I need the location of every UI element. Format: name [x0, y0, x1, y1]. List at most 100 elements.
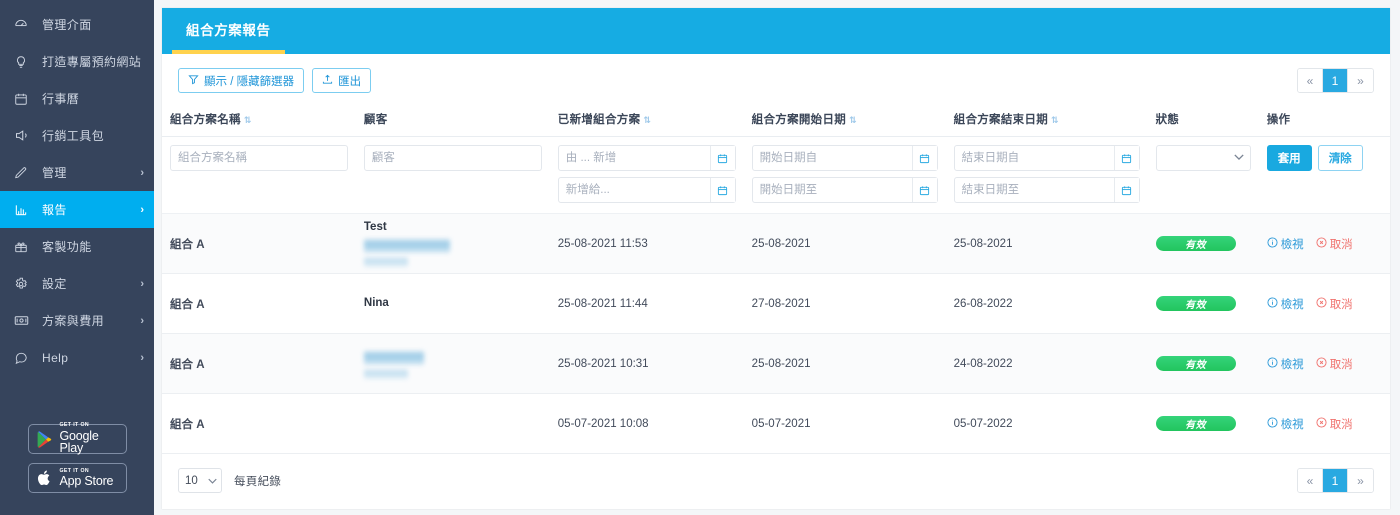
column-header-start-date[interactable]: 組合方案開始日期 ⇅: [743, 105, 946, 137]
pagination-prev-button[interactable]: «: [1298, 69, 1323, 92]
sidebar-item-reports[interactable]: 報告 ›: [0, 191, 154, 228]
calendar-icon[interactable]: [709, 146, 735, 170]
view-label: 檢視: [1280, 238, 1304, 251]
apply-filter-button[interactable]: 套用: [1266, 145, 1312, 171]
calendar-icon[interactable]: [1113, 146, 1139, 170]
table-head: 組合方案名稱 ⇅ 顧客 已新增組合方案 ⇅ 組合方案開始日期 ⇅ 組合方案結束日…: [162, 105, 1390, 137]
pagination-prev-button[interactable]: «: [1298, 469, 1323, 492]
filter-cell-package-name: [162, 136, 356, 214]
cell-package-name: 組合 A: [162, 393, 356, 454]
pagination-page-1-button[interactable]: 1: [1323, 69, 1348, 92]
cell-added-at: 25-08-2021 11:53: [549, 213, 744, 274]
sort-icon[interactable]: ⇅: [643, 115, 650, 125]
cancel-action[interactable]: 取消: [1316, 296, 1353, 312]
start-date-to-input[interactable]: [751, 177, 938, 203]
sort-icon[interactable]: ⇅: [244, 115, 251, 125]
cell-status: 有效: [1147, 393, 1259, 454]
sidebar-item-manage[interactable]: 管理 ›: [0, 154, 154, 191]
cancel-action[interactable]: 取消: [1316, 356, 1353, 372]
filter-row: 套用 清除: [162, 136, 1390, 214]
toggle-filters-label: 顯示 / 隱藏篩選器: [204, 75, 295, 88]
sidebar-item-custom-features[interactable]: 客製功能: [0, 228, 154, 265]
toggle-filters-button[interactable]: 顯示 / 隱藏篩選器: [178, 68, 305, 93]
customer-filter-input[interactable]: [363, 145, 542, 171]
added-to-field: [557, 177, 736, 203]
sidebar-item-marketing-toolkit[interactable]: 行銷工具包: [0, 117, 154, 154]
chevron-right-icon: ›: [140, 277, 144, 290]
sidebar-item-label: 方案與費用: [42, 314, 105, 328]
clear-filter-button[interactable]: 清除: [1317, 145, 1363, 171]
column-header-end-date[interactable]: 組合方案結束日期 ⇅: [945, 105, 1148, 137]
calendar-icon[interactable]: [709, 178, 735, 202]
close-circle-icon: [1316, 296, 1327, 311]
sidebar-item-label: 行事曆: [42, 92, 80, 106]
app-root: 管理介面 打造專屬預約網站 行事曆 行銷工具包 管理 › 報告 › 客製功能 設…: [0, 0, 1400, 515]
cell-actions: 檢視 取消: [1258, 213, 1390, 274]
cell-customer: [355, 393, 550, 454]
gift-icon: [14, 240, 34, 254]
google-play-badge[interactable]: GET IT ON Google Play: [27, 423, 127, 454]
sidebar-item-label: 打造專屬預約網站: [42, 55, 142, 69]
sidebar-item-label: 設定: [42, 277, 67, 291]
sidebar-item-plans-pricing[interactable]: 方案與費用 ›: [0, 302, 154, 339]
pagination-next-button[interactable]: »: [1348, 69, 1373, 92]
cell-actions: 檢視 取消: [1258, 393, 1390, 454]
main-content: 組合方案報告 顯示 / 隱藏篩選器 匯出 « 1 » 組合方案名稱 ⇅ 顧客 已…: [154, 0, 1400, 515]
app-store-badge[interactable]: GET IT ON App Store: [27, 463, 127, 493]
cell-package-name: 組合 A: [162, 273, 356, 334]
status-badge: 有效: [1155, 356, 1236, 371]
view-label: 檢視: [1280, 298, 1304, 311]
sidebar-item-label: 管理介面: [42, 18, 92, 32]
sidebar-item-dashboard[interactable]: 管理介面: [0, 6, 154, 43]
sidebar-item-booking-site[interactable]: 打造專屬預約網站: [0, 43, 154, 80]
view-action[interactable]: 檢視: [1267, 236, 1304, 252]
view-action[interactable]: 檢視: [1267, 296, 1304, 312]
bar-chart-icon: [14, 203, 34, 217]
cell-customer: [355, 333, 550, 394]
added-from-field: [557, 145, 736, 171]
column-header-package-name[interactable]: 組合方案名稱 ⇅: [162, 105, 356, 137]
cell-customer: Test: [355, 213, 550, 274]
sidebar-item-help[interactable]: Help ›: [0, 339, 154, 376]
status-filter-select[interactable]: [1155, 145, 1251, 171]
status-filter-wrapper: [1155, 145, 1251, 171]
sidebar-item-settings[interactable]: 設定 ›: [0, 265, 154, 302]
status-badge: 有效: [1155, 236, 1236, 251]
view-action[interactable]: 檢視: [1267, 356, 1304, 372]
column-label: 操作: [1266, 114, 1291, 126]
cell-status: 有效: [1147, 213, 1259, 274]
info-icon: [1267, 416, 1278, 431]
export-button[interactable]: 匯出: [312, 68, 372, 93]
cancel-label: 取消: [1329, 298, 1353, 311]
chevron-right-icon: ›: [140, 351, 144, 364]
filter-cell-actions: 套用 清除: [1258, 136, 1390, 214]
per-page-select[interactable]: 10: [178, 468, 222, 493]
end-date-to-input[interactable]: [953, 177, 1140, 203]
status-badge: 有效: [1155, 416, 1236, 431]
sort-icon[interactable]: ⇅: [1051, 115, 1058, 125]
view-action[interactable]: 檢視: [1267, 416, 1304, 432]
cancel-action[interactable]: 取消: [1316, 416, 1353, 432]
row-action-group: 檢視 取消: [1267, 296, 1382, 312]
filter-cell-customer: [355, 136, 550, 214]
tab-package-report[interactable]: 組合方案報告: [172, 8, 285, 54]
cell-status: 有效: [1147, 333, 1259, 394]
calendar-icon[interactable]: [1113, 178, 1139, 202]
cell-status: 有效: [1147, 273, 1259, 334]
cancel-action[interactable]: 取消: [1316, 236, 1353, 252]
filter-cell-added-package: [549, 136, 744, 214]
sidebar-item-calendar[interactable]: 行事曆: [0, 80, 154, 117]
cell-start-date: 05-07-2021: [743, 393, 946, 454]
start-date-from-input[interactable]: [751, 145, 938, 171]
calendar-icon[interactable]: [911, 178, 937, 202]
end-date-from-input[interactable]: [953, 145, 1140, 171]
sort-icon[interactable]: ⇅: [849, 115, 856, 125]
package-name-filter-input[interactable]: [170, 145, 348, 171]
calendar-icon[interactable]: [911, 146, 937, 170]
pagination-page-1-button[interactable]: 1: [1323, 469, 1348, 492]
table-row: 組合 A 25-08-2021 10:31 25-08-2021 24-08-2…: [162, 333, 1390, 394]
per-page-wrapper: 10: [178, 468, 222, 493]
filter-action-buttons: 套用 清除: [1266, 145, 1382, 171]
column-header-added-package[interactable]: 已新增組合方案 ⇅: [549, 105, 744, 137]
pagination-next-button[interactable]: »: [1348, 469, 1373, 492]
